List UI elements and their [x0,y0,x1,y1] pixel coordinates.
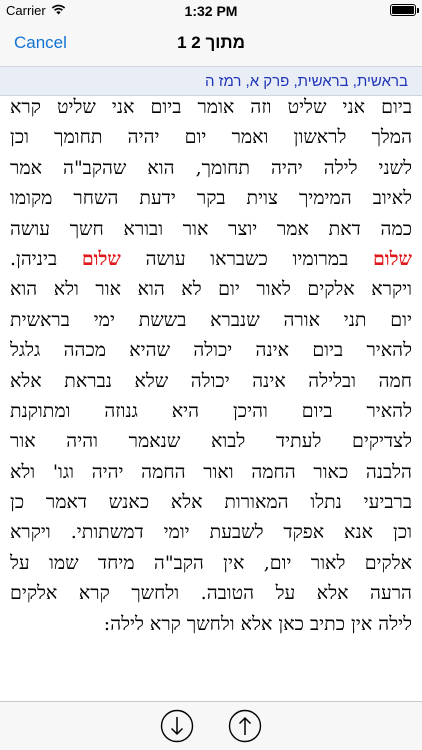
next-result-button[interactable] [160,709,194,743]
text-segment: לאיוב המימיך צוית בקר ידעת השחר מקומו [10,187,412,210]
text-line: להאיר ביום אינה יכולה שהיא מכהה גלגל [10,335,412,365]
text-line: יום תני אורה שנברא בששת ימי בראשית [10,305,412,335]
text-segment: כמה דאת אמר יוצר אור ובורא חשך עושה [10,217,412,240]
text-line: חמה ובלילה אינה יכולה שלא נבראת אלא [10,366,412,396]
text-segment: במרומיו כשבראו עושה [120,247,373,270]
search-highlight: שלום [372,247,412,270]
arrow-down-circle-icon [160,709,194,743]
text-segment: לשני לילה יהיה תחומך, הוא שהקב"ה אמר [10,156,412,179]
search-highlight: שלום [81,247,121,270]
text-segment: המלך לראשון ואמר יום יהיה תחומך וכן [10,126,412,149]
status-bar: Carrier 1:32 PM [0,0,422,22]
text-line: הלבנה כאור החמה ואור החמה יהיה וגו' ולא [10,457,412,487]
text-line: שלום במרומיו כשבראו עושה שלום ביניהן. [10,244,412,274]
battery-level [392,6,414,14]
status-time: 1:32 PM [184,3,238,19]
text-segment: להאיר ביום אינה יכולה שהיא מכהה גלגל [10,339,412,362]
arrow-up-circle-icon [228,709,262,743]
text-line: וכן אנא אפקד לשבעת יומי דמשתותי. ויקרא [10,517,412,547]
text-segment: ברביעי נתלו המאורות אלא כאנש דאמר כן [10,491,412,514]
bottom-toolbar [0,701,422,750]
battery-icon [390,4,419,16]
text-line: להאיר ביום והיכן היא גנוזה ומתוקנת [10,396,412,426]
text-line: לאיוב המימיך צוית בקר ידעת השחר מקומו [10,183,412,213]
text-segment: ביום אני שליט וזה אומר ביום אני שליט קרא [10,96,412,118]
breadcrumb-text[interactable]: בראשית, בראשית, פרק א, רמז ה [205,73,408,90]
navigation-bar: Cancel 1 מתוך 2 [0,22,422,66]
text-line: הרעה אלא על הטובה. ולחשך קרא אלקים [10,578,412,608]
text-segment: וכן אנא אפקד לשבעת יומי דמשתותי. ויקרא [10,521,412,544]
text-segment: לילה אין כתיב כאן אלא ולחשך קרא לילה: [103,612,412,635]
source-text: ביום אני שליט וזה אומר ביום אני שליט קרא… [10,92,412,692]
text-segment: ויקרא אלקים לאור יום לא הוא אור ולא הוא [10,278,412,301]
text-segment: הרעה אלא על הטובה. ולחשך קרא אלקים [10,582,412,605]
text-line: כמה דאת אמר יוצר אור ובורא חשך עושה [10,214,412,244]
text-segment: ביניהן. [10,247,82,270]
status-right [390,4,419,16]
previous-result-button[interactable] [228,709,262,743]
text-segment: חמה ובלילה אינה יכולה שלא נבראת אלא [10,369,412,392]
text-line: לצדיקים לעתיד לבוא שנאמר והיה אור [10,426,412,456]
text-line: ויקרא אלקים לאור יום לא הוא אור ולא הוא [10,274,412,304]
text-segment: הלבנה כאור החמה ואור החמה יהיה וגו' ולא [10,460,412,483]
text-segment: להאיר ביום והיכן היא גנוזה ומתוקנת [10,399,412,422]
text-line: ביום אני שליט וזה אומר ביום אני שליט קרא [10,92,412,122]
text-segment: לצדיקים לעתיד לבוא שנאמר והיה אור [10,430,412,453]
text-segment: יום תני אורה שנברא בששת ימי בראשית [10,308,412,331]
text-line: ברביעי נתלו המאורות אלא כאנש דאמר כן [10,487,412,517]
text-line: המלך לראשון ואמר יום יהיה תחומך וכן [10,122,412,152]
page-title: 1 מתוך 2 [177,33,245,52]
text-line: אלקים לאור יום, אין הקב"ה מיחד שמו על [10,548,412,578]
text-line: לשני לילה יהיה תחומך, הוא שהקב"ה אמר [10,153,412,183]
text-segment: אלקים לאור יום, אין הקב"ה מיחד שמו על [10,551,412,574]
text-line: לילה אין כתיב כאן אלא ולחשך קרא לילה: [10,609,412,639]
